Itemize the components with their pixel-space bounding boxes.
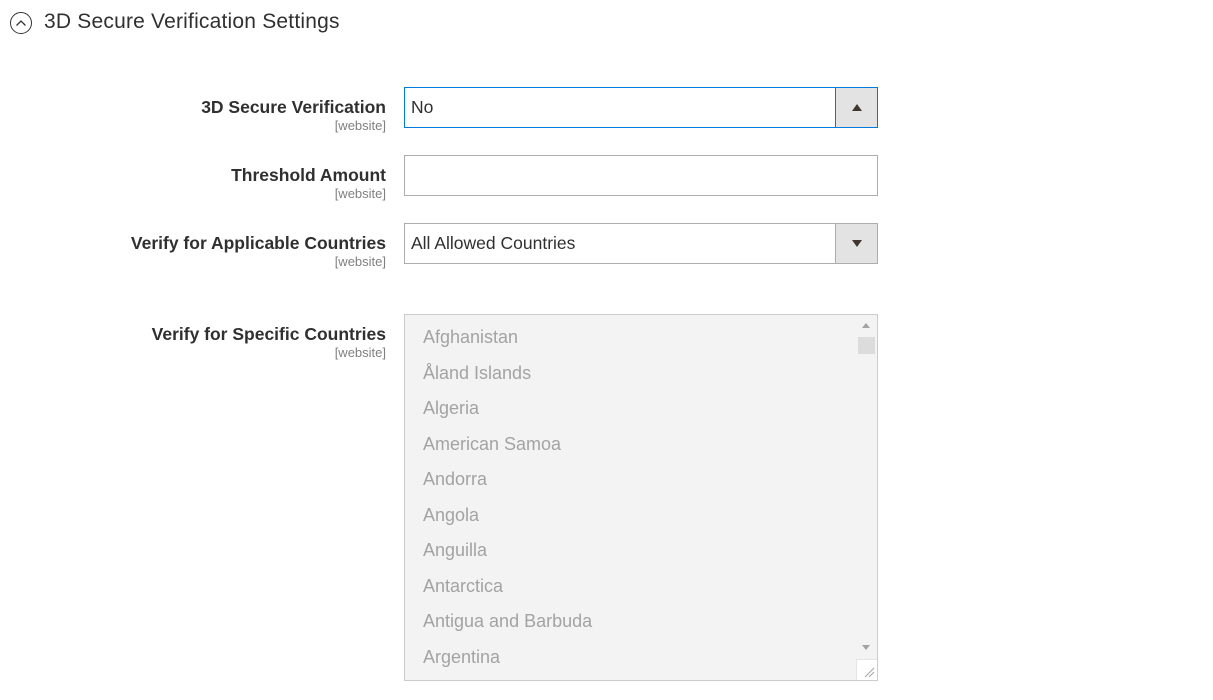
scope-label: [website] [334,345,386,360]
chevron-up-circle-icon [10,12,32,34]
resize-grip-icon[interactable] [856,659,877,680]
field-label: Verify for Applicable Countries [130,233,386,253]
chevron-down-icon[interactable] [835,224,877,263]
field-label-group: Verify for Specific Countries [website] [152,323,386,360]
specific-countries-multiselect[interactable]: Afghanistan Åland Islands Algeria Americ… [404,314,878,681]
country-option[interactable]: Afghanistan [423,320,592,356]
scrollbar-thumb[interactable] [858,337,875,354]
field-label: Verify for Specific Countries [151,324,386,344]
3d-secure-verification-select[interactable]: No [404,87,878,128]
country-option[interactable]: Antarctica [423,569,592,605]
section-title: 3D Secure Verification Settings [44,9,340,33]
field-label: 3D Secure Verification [201,97,386,117]
scope-label: [website] [334,118,386,133]
country-option[interactable]: Andorra [423,462,592,498]
field-label-group: Verify for Applicable Countries [website… [131,232,386,269]
country-options-list: Afghanistan Åland Islands Algeria Americ… [423,320,592,675]
country-option[interactable]: Åland Islands [423,356,592,392]
select-value: No [411,97,434,117]
applicable-countries-select[interactable]: All Allowed Countries [404,223,878,264]
threshold-amount-input[interactable] [404,155,878,196]
scope-label: [website] [334,254,386,269]
select-value: All Allowed Countries [411,233,576,253]
scroll-down-arrow-icon[interactable] [862,645,870,650]
section-toggle[interactable]: 3D Secure Verification Settings [10,9,340,34]
country-option[interactable]: Argentina [423,640,592,676]
field-label-group: Threshold Amount [website] [231,164,386,201]
country-option[interactable]: Antigua and Barbuda [423,604,592,640]
scope-label: [website] [334,186,386,201]
country-option[interactable]: Angola [423,498,592,534]
scroll-up-arrow-icon[interactable] [862,323,870,328]
country-option[interactable]: Anguilla [423,533,592,569]
chevron-up-icon[interactable] [835,88,877,127]
field-label-group: 3D Secure Verification [website] [201,96,386,133]
country-option[interactable]: Algeria [423,391,592,427]
field-label: Threshold Amount [231,165,386,185]
vertical-scrollbar[interactable] [856,315,877,680]
country-option[interactable]: American Samoa [423,427,592,463]
